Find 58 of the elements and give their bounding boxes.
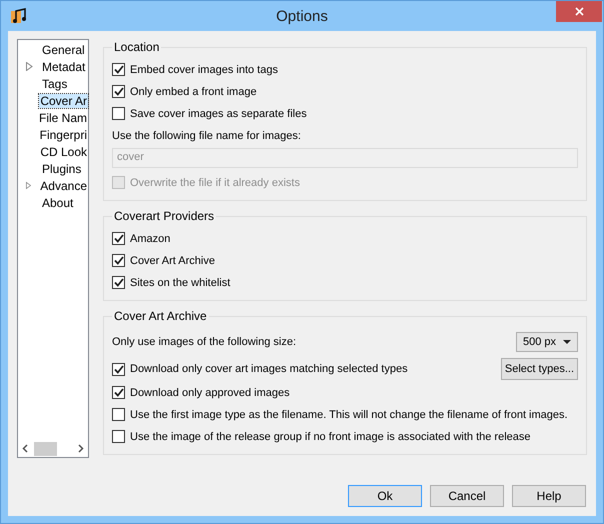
checkbox-label: Overwrite the file if it already exists xyxy=(130,176,300,188)
checkbox-label: Embed cover images into tags xyxy=(130,64,278,76)
dropdown-caret-icon xyxy=(563,340,571,344)
checkbox[interactable] xyxy=(112,386,125,399)
dialog-button[interactable]: Help xyxy=(512,485,586,507)
music-note-icon xyxy=(11,8,27,24)
tree-item[interactable]: Tags xyxy=(41,76,68,90)
tree-item[interactable]: Advance xyxy=(39,178,88,192)
size-label: Only use images of the following size: xyxy=(112,336,296,348)
checkbox-label: Download only cover art images matching selected types xyxy=(130,363,408,375)
group-title: Location xyxy=(113,40,160,54)
scroll-thumb[interactable] xyxy=(34,442,57,456)
checkmark-icon xyxy=(114,234,124,243)
checkbox[interactable] xyxy=(112,254,125,267)
checkmark-icon xyxy=(114,388,124,397)
close-button[interactable] xyxy=(556,1,602,22)
tree-item[interactable]: Cover Ar xyxy=(39,94,88,108)
tree-item[interactable]: CD Look xyxy=(39,144,88,158)
checkbox[interactable] xyxy=(112,276,125,289)
tree-item[interactable]: General xyxy=(41,42,86,56)
checkbox-label: Save cover images as separate files xyxy=(130,108,307,120)
checkbox-label: Use the first image type as the filename. This will not change the filename of front images. xyxy=(130,408,568,420)
field-label: Use the following file name for images: xyxy=(112,130,301,142)
scroll-right-icon[interactable] xyxy=(78,444,84,453)
expand-arrow-icon[interactable] xyxy=(26,62,33,71)
checkbox[interactable] xyxy=(112,107,125,120)
tree-item[interactable]: File Nam xyxy=(38,110,88,124)
checkbox-label: Amazon xyxy=(130,232,170,244)
checkmark-icon xyxy=(114,278,124,287)
checkmark-icon xyxy=(114,364,124,374)
tree-item[interactable]: About xyxy=(41,196,74,210)
dialog-button[interactable]: Ok xyxy=(348,485,422,507)
group-title: Cover Art Archive xyxy=(113,309,208,323)
scroll-left-icon[interactable] xyxy=(22,444,28,453)
checkbox-label: Sites on the whitelist xyxy=(130,276,230,288)
group-title: Coverart Providers xyxy=(113,209,216,223)
checkmark-icon xyxy=(114,65,124,74)
window-title: Options xyxy=(276,8,328,24)
select-types-button[interactable]: Select types... xyxy=(500,358,578,380)
dialog-button[interactable]: Cancel xyxy=(430,485,504,507)
size-dropdown[interactable]: 500 px xyxy=(516,332,578,352)
checkbox[interactable] xyxy=(112,430,125,443)
checkbox[interactable] xyxy=(112,362,125,376)
checkmark-icon xyxy=(114,87,124,96)
checkbox[interactable] xyxy=(112,63,125,76)
tree-item[interactable]: Plugins xyxy=(41,162,82,176)
checkbox-label: Use the image of the release group if no front image is associated with the release xyxy=(130,430,531,442)
checkbox-label: Cover Art Archive xyxy=(130,254,215,266)
checkbox[interactable] xyxy=(112,408,125,421)
close-icon xyxy=(574,7,584,16)
checkbox[interactable] xyxy=(112,85,125,98)
checkmark-icon xyxy=(114,256,124,265)
checkbox[interactable] xyxy=(112,232,125,245)
tree-item[interactable]: Metadat xyxy=(41,60,86,74)
checkbox-label: Download only approved images xyxy=(130,386,290,398)
tree-item[interactable]: Fingerpri xyxy=(38,128,88,142)
checkbox-label: Only embed a front image xyxy=(130,86,257,98)
expand-arrow-icon[interactable] xyxy=(26,181,32,190)
